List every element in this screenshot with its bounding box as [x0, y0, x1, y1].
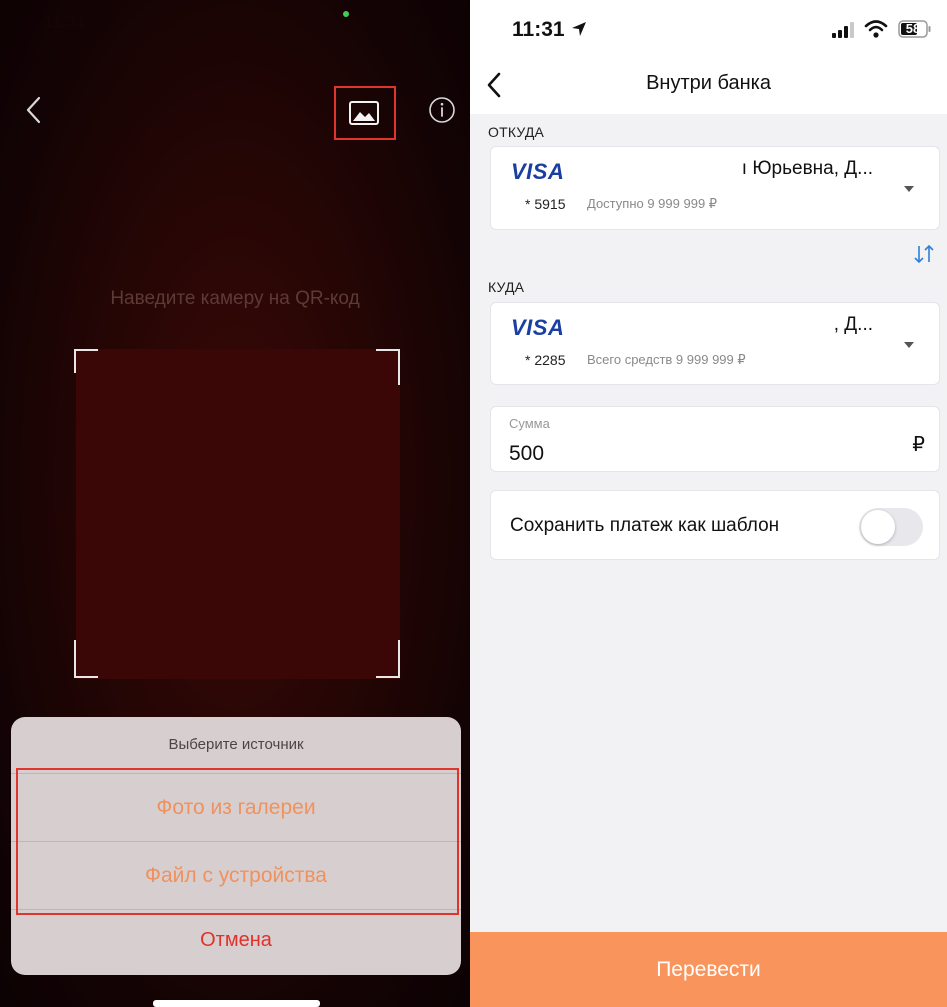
save-template-label: Сохранить платеж как шаблон: [510, 515, 780, 536]
swap-icon[interactable]: [912, 243, 936, 265]
from-account-card[interactable]: VISA ı Юрьевна, Д... * 5915 Доступно 9 9…: [490, 146, 940, 230]
visa-logo: VISA: [511, 159, 565, 184]
viewfinder-corner: [74, 349, 98, 373]
viewfinder-corner: [376, 640, 400, 678]
to-account-card[interactable]: VISA , Д... * 2285 Всего средств 9 999 9…: [490, 302, 940, 385]
battery-icon: 58: [898, 19, 932, 39]
amount-value[interactable]: 500: [509, 442, 544, 466]
chevron-down-icon: [904, 186, 914, 192]
card-balance: Всего средств 9 999 999 ₽: [587, 352, 746, 367]
battery-level: 58: [905, 21, 921, 36]
signal-icon: [832, 22, 854, 38]
amount-field[interactable]: Сумма 500 ₽: [490, 406, 940, 472]
location-arrow-icon: [572, 22, 586, 36]
transfer-button-label: Перевести: [656, 958, 761, 981]
account-holder: ı Юрьевна, Д...: [741, 158, 873, 179]
viewfinder-corner: [376, 349, 400, 385]
amount-label: Сумма: [509, 416, 550, 431]
camera-indicator-icon: [343, 11, 349, 17]
cancel-button[interactable]: Отмена: [11, 909, 461, 975]
card-number: * 5915: [525, 196, 566, 212]
status-time: 11:31: [512, 18, 565, 41]
to-label: КУДА: [488, 279, 525, 295]
wifi-icon: [864, 20, 888, 38]
page-title: Внутри банка: [646, 72, 771, 94]
viewfinder-corner: [74, 640, 98, 678]
options-highlight: [16, 768, 459, 915]
card-balance: Доступно 9 999 999 ₽: [587, 196, 718, 211]
currency-symbol: ₽: [912, 434, 925, 456]
status-time: 11:31: [44, 12, 86, 31]
sheet-title: Выберите источник: [168, 736, 304, 753]
scan-viewfinder: [76, 349, 400, 679]
home-indicator: [153, 1000, 320, 1007]
toggle-knob: [861, 510, 895, 544]
visa-logo: VISA: [511, 315, 565, 340]
chevron-left-icon[interactable]: [22, 93, 46, 127]
chevron-down-icon: [904, 342, 914, 348]
qr-scanner-screen: 11:31 Наведите камеру на QR-код Выберите…: [0, 0, 470, 1007]
status-bar: 11:31 58: [470, 0, 947, 62]
save-template-toggle[interactable]: [859, 508, 923, 546]
transfer-screen: 11:31 58 Внутри банка ОТКУДА VISA ı Юрье…: [470, 0, 947, 1007]
transfer-button[interactable]: Перевести: [470, 932, 947, 1007]
save-template-row: Сохранить платеж как шаблон: [490, 490, 940, 560]
screenshot-root: 11:31 Наведите камеру на QR-код Выберите…: [0, 0, 947, 1007]
from-label: ОТКУДА: [488, 124, 545, 140]
scan-hint: Наведите камеру на QR-код: [110, 288, 360, 309]
info-icon[interactable]: [428, 96, 456, 124]
account-holder: , Д...: [833, 314, 873, 335]
image-icon[interactable]: [349, 101, 379, 125]
card-number: * 2285: [525, 352, 566, 368]
nav-bar: Внутри банка: [470, 62, 947, 114]
